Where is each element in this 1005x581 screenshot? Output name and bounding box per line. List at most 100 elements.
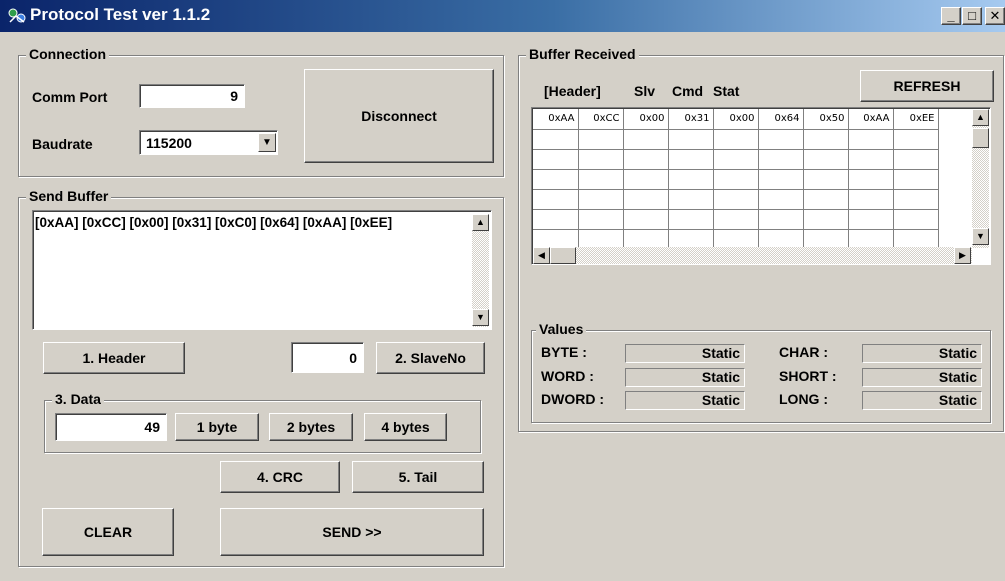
table-cell[interactable] (848, 209, 894, 230)
table-cell[interactable] (533, 129, 579, 150)
table-cell[interactable] (848, 169, 894, 190)
table-cell[interactable]: 0x50 (803, 109, 849, 130)
clear-button[interactable]: CLEAR (42, 508, 174, 556)
table-cell[interactable] (803, 229, 849, 250)
grid-scroll-thumb[interactable] (972, 128, 989, 148)
table-row[interactable] (533, 169, 939, 190)
table-cell[interactable] (803, 209, 849, 230)
scroll-up-button[interactable]: ▲ (472, 214, 489, 231)
table-cell[interactable] (848, 189, 894, 210)
table-cell[interactable] (713, 129, 759, 150)
table-cell[interactable] (758, 209, 804, 230)
scroll-down-button[interactable]: ▼ (472, 309, 489, 326)
table-cell[interactable] (848, 229, 894, 250)
grid-scroll-right-button[interactable]: ▶ (954, 247, 971, 264)
table-cell[interactable] (803, 169, 849, 190)
table-cell[interactable] (713, 149, 759, 170)
table-cell[interactable] (848, 129, 894, 150)
table-cell[interactable] (623, 189, 669, 210)
data-input[interactable]: 49 (55, 413, 167, 441)
table-cell[interactable] (758, 189, 804, 210)
title-bar[interactable]: Protocol Test ver 1.1.2 _ □ ✕ (0, 0, 1005, 32)
table-cell[interactable]: 0x64 (758, 109, 804, 130)
table-cell[interactable]: 0x00 (713, 109, 759, 130)
comm-port-input[interactable]: 9 (139, 84, 245, 108)
table-cell[interactable]: 0x31 (668, 109, 714, 130)
table-cell[interactable]: 0xAA (848, 109, 894, 130)
refresh-button[interactable]: REFRESH (860, 70, 994, 102)
baudrate-select[interactable]: 115200 ▼ (139, 130, 278, 155)
close-button[interactable]: ✕ (985, 7, 1005, 25)
table-row[interactable]: 0xAA 0xCC 0x00 0x31 0x00 0x64 0x50 0xAA 0xEE (533, 109, 939, 130)
table-cell[interactable] (713, 209, 759, 230)
disconnect-button[interactable]: Disconnect (304, 69, 494, 163)
grid-scroll-down-button[interactable]: ▼ (972, 228, 989, 245)
table-cell[interactable] (758, 229, 804, 250)
slave-number-button[interactable]: 2. SlaveNo (376, 342, 485, 374)
table-cell[interactable] (668, 209, 714, 230)
table-cell[interactable] (533, 209, 579, 230)
table-cell[interactable] (668, 149, 714, 170)
table-cell[interactable] (713, 229, 759, 250)
maximize-button[interactable]: □ (962, 7, 982, 25)
table-cell[interactable] (578, 169, 624, 190)
table-cell[interactable] (758, 169, 804, 190)
slave-number-input[interactable]: 0 (291, 342, 364, 373)
table-cell[interactable] (578, 149, 624, 170)
table-cell[interactable] (533, 229, 579, 250)
minimize-button[interactable]: _ (941, 7, 961, 25)
grid-scroll-left-button[interactable]: ◀ (533, 247, 550, 264)
received-grid[interactable]: 0xAA 0xCC 0x00 0x31 0x00 0x64 0x50 0xAA 0xEE ▲ ▼… (531, 107, 991, 265)
table-cell[interactable]: 0x00 (623, 109, 669, 130)
table-cell[interactable] (623, 169, 669, 190)
table-cell[interactable] (713, 189, 759, 210)
table-cell[interactable] (893, 229, 939, 250)
grid-scroll-up-button[interactable]: ▲ (972, 109, 989, 126)
table-cell[interactable] (713, 169, 759, 190)
table-cell[interactable] (803, 189, 849, 210)
table-row[interactable] (533, 189, 939, 210)
send-button[interactable]: SEND >> (220, 508, 484, 556)
table-cell[interactable] (578, 189, 624, 210)
table-cell[interactable] (668, 189, 714, 210)
one-byte-button[interactable]: 1 byte (175, 413, 259, 441)
two-bytes-button[interactable]: 2 bytes (269, 413, 353, 441)
table-cell[interactable] (668, 229, 714, 250)
send-buffer-textarea[interactable]: [0xAA] [0xCC] [0x00] [0x31] [0xC0] [0x64… (32, 210, 492, 330)
table-row[interactable] (533, 209, 939, 230)
table-cell[interactable] (623, 209, 669, 230)
table-cell[interactable] (848, 149, 894, 170)
table-cell[interactable] (803, 149, 849, 170)
table-cell[interactable] (623, 229, 669, 250)
tail-button[interactable]: 5. Tail (352, 461, 484, 493)
table-cell[interactable] (803, 129, 849, 150)
dropdown-button[interactable]: ▼ (258, 133, 276, 152)
table-row[interactable] (533, 229, 939, 250)
table-row[interactable] (533, 129, 939, 150)
table-cell[interactable] (578, 129, 624, 150)
table-cell[interactable] (578, 229, 624, 250)
table-cell[interactable] (893, 169, 939, 190)
table-cell[interactable] (893, 149, 939, 170)
grid-horizontal-scrollbar[interactable] (533, 247, 972, 264)
table-cell[interactable] (758, 129, 804, 150)
table-cell[interactable] (578, 209, 624, 230)
table-cell[interactable] (758, 149, 804, 170)
table-cell[interactable]: 0xEE (893, 109, 939, 130)
grid-hscroll-thumb[interactable] (550, 247, 576, 264)
table-cell[interactable] (668, 169, 714, 190)
table-cell[interactable]: 0xAA (533, 109, 579, 130)
four-bytes-button[interactable]: 4 bytes (364, 413, 447, 441)
header-button[interactable]: 1. Header (43, 342, 185, 374)
table-cell[interactable] (893, 189, 939, 210)
table-cell[interactable] (668, 129, 714, 150)
table-cell[interactable] (623, 149, 669, 170)
table-cell[interactable] (623, 129, 669, 150)
table-cell[interactable] (893, 209, 939, 230)
table-row[interactable] (533, 149, 939, 170)
table-cell[interactable] (533, 169, 579, 190)
table-cell[interactable]: 0xCC (578, 109, 624, 130)
table-cell[interactable] (893, 129, 939, 150)
table-cell[interactable] (533, 189, 579, 210)
crc-button[interactable]: 4. CRC (220, 461, 340, 493)
